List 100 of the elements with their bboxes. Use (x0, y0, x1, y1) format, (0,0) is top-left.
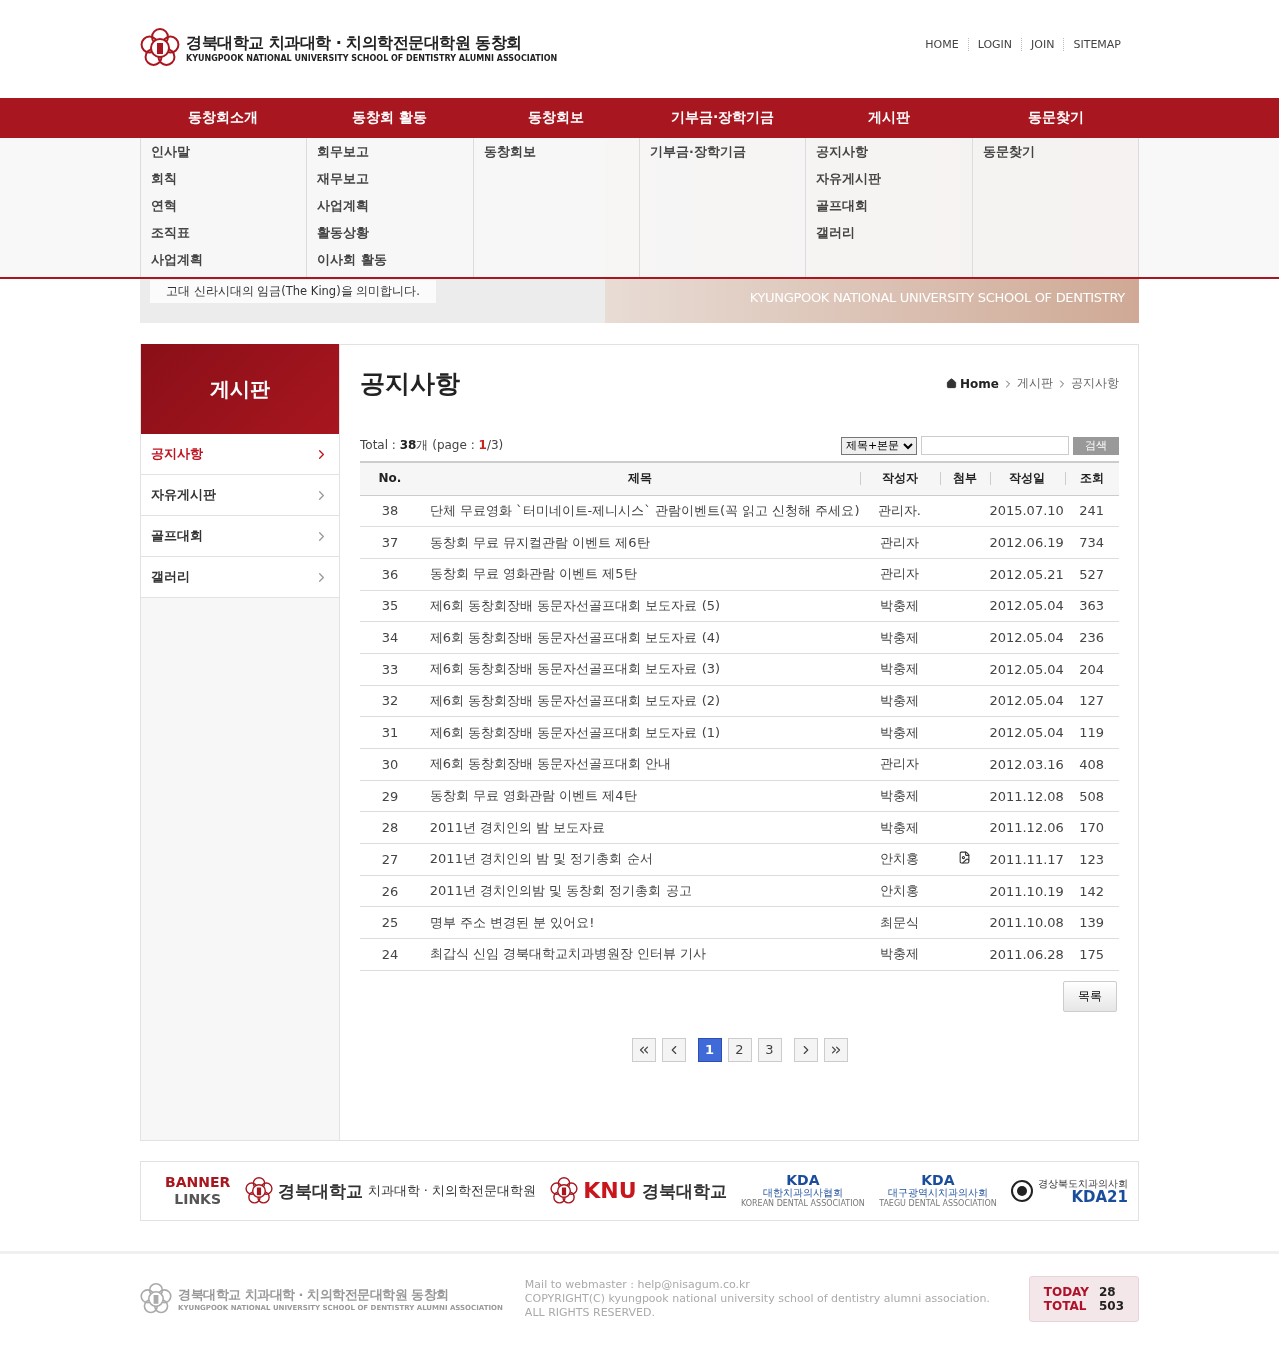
counter-value: 503 (1098, 1299, 1124, 1313)
submenu-link[interactable]: 인사말 (151, 144, 297, 163)
post-title-link[interactable]: 동창회 무료 뮤지컬관람 이벤트 제6탄 (419, 526, 860, 559)
table-cell: 2011.12.08 (989, 780, 1065, 812)
submenu-link[interactable]: 활동상황 (317, 225, 463, 244)
breadcrumb-link[interactable]: Home (960, 376, 999, 391)
link-logo-text[interactable]: 치과대학 · 치의학전문대학원 (367, 1183, 536, 1199)
link-logo-text[interactable]: TAEGU DENTAL ASSOCIATION (879, 1199, 997, 1209)
table-cell: 박충제 (859, 780, 940, 812)
table-cell: 2011.06.28 (989, 938, 1065, 971)
top-link[interactable]: JOIN (1021, 38, 1064, 51)
post-title-link[interactable]: 최갑식 신임 경북대학교치과병원장 인터뷰 기사 (419, 938, 860, 971)
sidebar-item[interactable]: 공지사항 (141, 434, 339, 475)
page-button[interactable]: 1 (697, 1037, 722, 1062)
table-cell: 2012.03.16 (989, 748, 1065, 781)
nav-menu-item[interactable]: 동창회소개 (140, 98, 307, 138)
page-button[interactable]: 2 (727, 1037, 752, 1062)
post-title-link[interactable]: 제6회 동창회장배 동문자선골프대회 보도자료 (2) (419, 685, 860, 717)
table-cell: 139 (1064, 906, 1119, 939)
submenu-link[interactable]: 사업계획 (317, 198, 463, 217)
post-title-link[interactable]: 제6회 동창회장배 동문자선골프대회 보도자료 (5) (419, 590, 860, 622)
column-header: 작성자 (860, 472, 939, 486)
table-cell: 2012.05.04 (989, 716, 1065, 749)
post-title-link[interactable]: 명부 주소 변경된 분 있어요! (419, 906, 860, 939)
top-link[interactable]: SITEMAP (1063, 38, 1130, 51)
table-cell: 127 (1064, 685, 1119, 717)
top-link[interactable]: HOME (916, 38, 968, 51)
file-icon[interactable] (957, 851, 971, 865)
sidebar-item[interactable]: 갤러리 (141, 557, 339, 598)
sidebar-item[interactable]: 골프대회 (141, 516, 339, 557)
submenu-link[interactable]: 자유게시판 (816, 171, 962, 190)
page-title: 공지사항 (360, 368, 460, 400)
table-cell: 37 (360, 526, 420, 559)
sidebar-item[interactable]: 자유게시판 (141, 475, 339, 516)
post-title-link[interactable]: 동창회 무료 영화관람 이벤트 제4탄 (419, 780, 860, 812)
table-cell: 관리자 (859, 526, 940, 559)
link-logo-text[interactable]: 대한치과의사협회 (762, 1187, 843, 1200)
table-cell: 734 (1064, 526, 1119, 559)
post-title-link[interactable]: 제6회 동창회장배 동문자선골프대회 보도자료 (4) (419, 621, 860, 654)
post-title-link[interactable]: 제6회 동창회장배 동문자선골프대회 안내 (419, 748, 860, 781)
first-page-button[interactable] (631, 1037, 656, 1062)
kda-logo-text[interactable]: KDA (786, 1173, 820, 1188)
counter-label: TODAY (1043, 1285, 1089, 1299)
submenu-link[interactable]: 공지사항 (816, 144, 962, 163)
table-cell: 175 (1064, 938, 1119, 971)
post-title-link[interactable]: 단체 무료영화 `터미네이트-제니시스` 관람이벤트(꼭 읽고 신청해 주세요) (419, 495, 860, 527)
link-logo-text[interactable]: KDA21 (1071, 1189, 1128, 1205)
post-title-link[interactable]: 2011년 경치인의 밤 보도자료 (419, 811, 860, 844)
submenu-link[interactable]: 기부금·장학기금 (650, 144, 796, 163)
nav-menu-item[interactable]: 동문찾기 (972, 98, 1139, 138)
search-type-select[interactable]: 제목+본문 (841, 436, 917, 455)
nav-menu-item[interactable]: 동창회보 (473, 98, 640, 138)
sidebar-title: 게시판 (141, 344, 339, 434)
emblem-icon (140, 28, 180, 68)
submenu-link[interactable]: 동창회보 (483, 144, 629, 163)
nav-menu-item[interactable]: 게시판 (806, 98, 973, 138)
table-cell: 35 (360, 590, 420, 622)
last-page-button[interactable] (823, 1037, 848, 1062)
search-field[interactable] (921, 436, 1069, 455)
column-header: 작성일 (990, 472, 1064, 486)
link-logo-text[interactable]: KOREAN DENTAL ASSOCIATION (740, 1199, 865, 1209)
submenu-link[interactable]: 회무보고 (317, 144, 463, 163)
submenu-link[interactable]: 재무보고 (317, 171, 463, 190)
top-link[interactable]: LOGIN (967, 38, 1022, 51)
page-button[interactable]: 3 (757, 1037, 782, 1062)
breadcrumb-link[interactable]: 공지사항 (1071, 375, 1119, 392)
post-title-link[interactable]: 2011년 경치인의 밤 및 정기총회 순서 (419, 843, 860, 876)
table-cell: 박충제 (859, 716, 940, 749)
kda-logo-text[interactable]: KDA (921, 1173, 955, 1188)
submenu-link[interactable]: 연혁 (151, 198, 297, 217)
link-logo-text[interactable]: 경북대학교 (641, 1182, 727, 1200)
table-cell: 관리자. (859, 495, 940, 527)
submenu-link[interactable]: 갤러리 (816, 225, 962, 244)
post-title-link[interactable]: 2011년 경치인의밤 및 동창회 정기총회 공고 (419, 875, 860, 907)
table-cell: 236 (1064, 621, 1119, 654)
submenu-link[interactable]: 골프대회 (816, 198, 962, 217)
list-button[interactable]: 목록 (1063, 980, 1117, 1012)
site-title[interactable]: 경북대학교 치과대학 · 치의학전문대학원 동창회 (186, 33, 558, 54)
link-logo-text[interactable]: 대구광역시치과의사회 (887, 1187, 988, 1200)
column-header: No. (377, 472, 403, 486)
next-page-button[interactable] (793, 1037, 818, 1062)
table-cell: 박충제 (859, 653, 940, 686)
nav-menu-item[interactable]: 동창회 활동 (306, 98, 473, 138)
post-count-summary: Total : 38개 (page : 1/3) (360, 437, 504, 454)
submenu-link[interactable]: 조직표 (151, 225, 297, 244)
hero-subtitle: KYUNGPOOK NATIONAL UNIVERSITY SCHOOL OF DENTISTRY (749, 290, 1125, 305)
breadcrumb-link[interactable]: 게시판 (1017, 375, 1053, 392)
post-title-link[interactable]: 제6회 동창회장배 동문자선골프대회 보도자료 (1) (419, 716, 860, 749)
submenu-link[interactable]: 회칙 (151, 171, 297, 190)
submenu-link[interactable]: 동문찾기 (982, 144, 1128, 163)
prev-page-button[interactable] (661, 1037, 686, 1062)
link-logo-text[interactable]: KNU (583, 1180, 637, 1202)
table-cell: 142 (1064, 875, 1119, 907)
link-logo-text[interactable]: 경상북도치과의사회 (1038, 1177, 1128, 1190)
post-title-link[interactable]: 제6회 동창회장배 동문자선골프대회 보도자료 (3) (419, 653, 860, 686)
post-title-link[interactable]: 동창회 무료 영화관람 이벤트 제5탄 (419, 558, 860, 591)
submenu-link[interactable]: 사업계획 (151, 252, 297, 271)
submenu-link[interactable]: 이사회 활동 (317, 252, 463, 271)
link-logo-text[interactable]: 경북대학교 (277, 1182, 363, 1200)
nav-menu-item[interactable]: 기부금·장학기금 (639, 98, 806, 138)
